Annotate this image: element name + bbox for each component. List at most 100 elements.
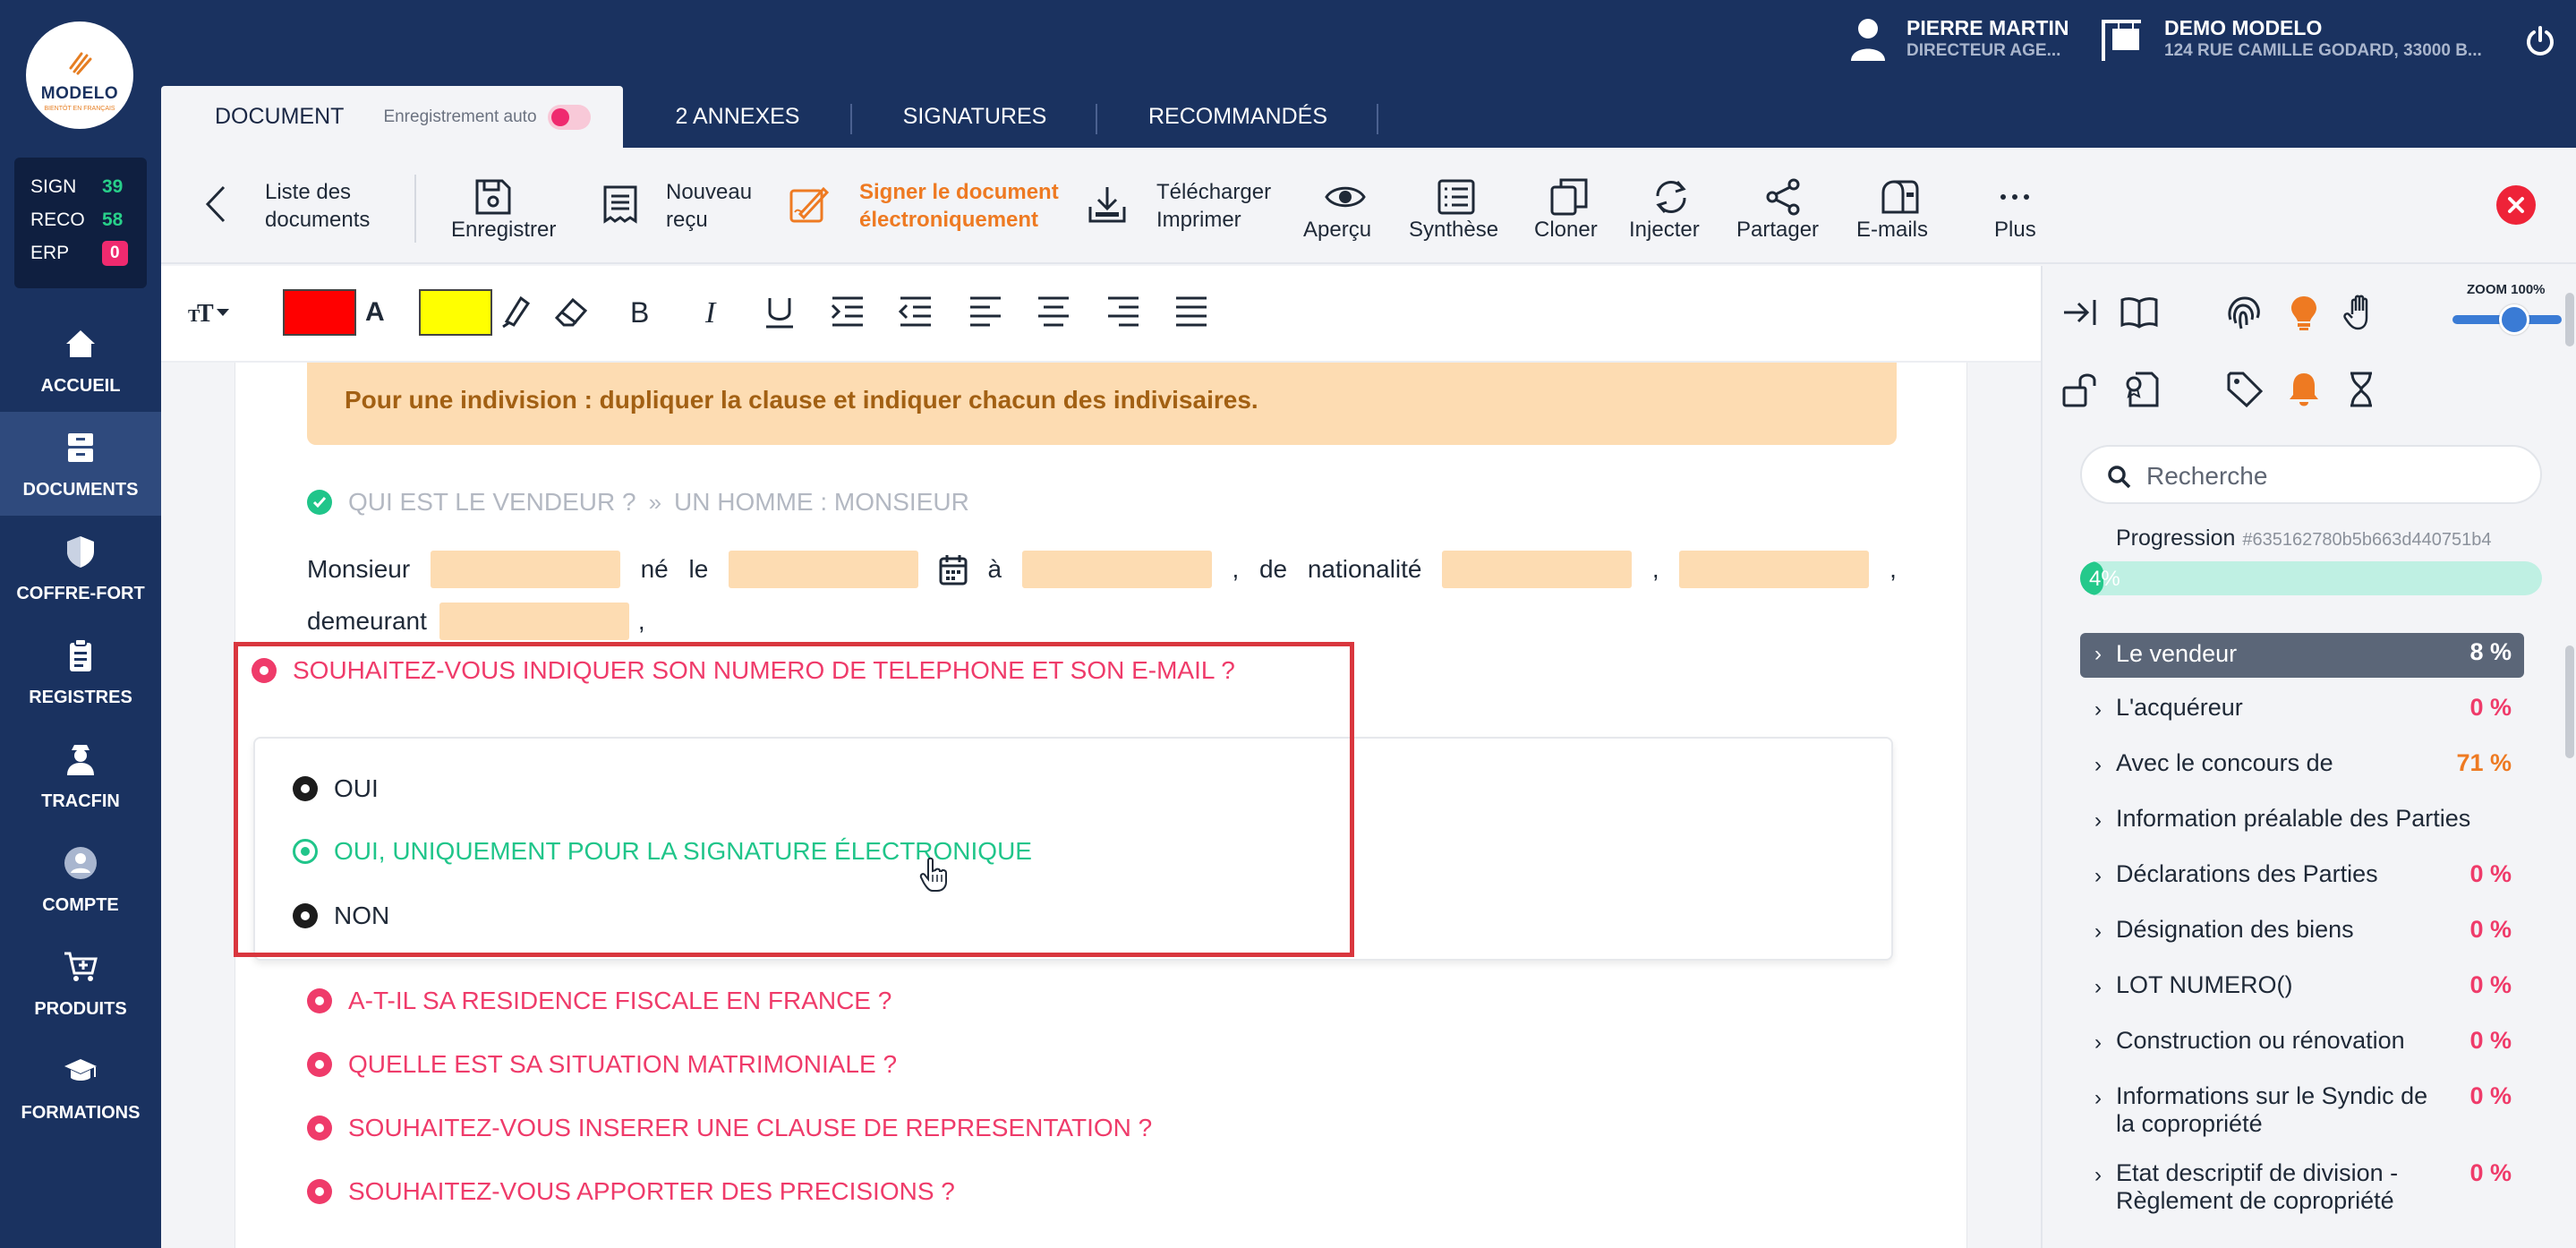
- nav-accueil[interactable]: ACCUEIL: [0, 308, 161, 412]
- new-receipt-button[interactable]: Nouveau reçu: [600, 148, 761, 264]
- pending-question[interactable]: SOUHAITEZ-VOUS INSERER UNE CLAUSE DE REP…: [307, 1114, 1152, 1142]
- pending-question[interactable]: QUELLE EST SA SITUATION MATRIMONIALE ?: [307, 1050, 897, 1079]
- section-item[interactable]: › Information préalable des Parties: [2080, 799, 2524, 844]
- zoom-slider-handle[interactable]: [2499, 304, 2529, 335]
- active-question[interactable]: SOUHAITEZ-VOUS INDIQUER SON NUMERO DE TE…: [252, 656, 1235, 685]
- nav-formations[interactable]: FORMATIONS: [0, 1035, 161, 1139]
- focus-highlight-box: [234, 642, 1354, 957]
- calendar-icon[interactable]: [939, 553, 968, 586]
- user-menu[interactable]: PIERRE MARTIN DIRECTEUR AGE...: [1849, 14, 2068, 63]
- hourglass-icon[interactable]: [2341, 370, 2381, 409]
- nav-label: ACCUEIL: [40, 376, 121, 396]
- pending-question[interactable]: A-T-IL SA RESIDENCE FISCALE EN FRANCE ?: [307, 987, 891, 1015]
- section-item[interactable]: › Avec le concours de 71 %: [2080, 744, 2524, 789]
- answered-question[interactable]: QUI EST LE VENDEUR ? » UN HOMME : MONSIE…: [307, 488, 969, 517]
- clone-button[interactable]: Cloner: [1531, 148, 1611, 264]
- tab-document[interactable]: DOCUMENT Enregistrement auto: [161, 86, 623, 148]
- synthesis-button[interactable]: Synthèse: [1409, 148, 1507, 264]
- unlock-icon[interactable]: [2060, 370, 2100, 409]
- tab-annexes[interactable]: 2 ANNEXES: [623, 86, 852, 148]
- preview-button[interactable]: Aperçu: [1303, 148, 1387, 264]
- document-tabs: DOCUMENT Enregistrement auto 2 ANNEXES S…: [161, 86, 1378, 148]
- nav-documents[interactable]: DOCUMENTS: [0, 412, 161, 516]
- justify-icon[interactable]: [1173, 291, 1212, 332]
- hand-stop-icon[interactable]: [2341, 293, 2381, 332]
- nav-compte[interactable]: COMPTE: [0, 827, 161, 931]
- word: de: [1258, 555, 1288, 583]
- highlight-color-swatch[interactable]: [419, 289, 492, 336]
- counter-erp[interactable]: ERP 0: [30, 236, 147, 269]
- inject-button[interactable]: Injecter: [1629, 148, 1719, 264]
- counter-sign[interactable]: SIGN 39: [30, 170, 147, 203]
- text-color-swatch[interactable]: [283, 289, 356, 336]
- nav-label: COFFRE-FORT: [16, 584, 145, 603]
- search-box[interactable]: [2080, 445, 2542, 504]
- birth-date-field[interactable]: [729, 551, 918, 588]
- tab-signatures[interactable]: SIGNATURES: [852, 86, 1097, 148]
- panel-scrollbar-top[interactable]: [2565, 293, 2574, 346]
- power-icon[interactable]: [2524, 25, 2556, 57]
- sign-document-icon: [789, 186, 829, 223]
- section-item[interactable]: › Le vendeur 8 %: [2080, 633, 2524, 678]
- search-input[interactable]: [2146, 459, 2522, 493]
- nav-tracfin[interactable]: TRACFIN: [0, 723, 161, 827]
- brand-logo[interactable]: MODELO BIENTÔT EN FRANÇAIS: [26, 21, 133, 129]
- section-item[interactable]: › Désignation des biens 0 %: [2080, 910, 2524, 955]
- align-left-icon[interactable]: [967, 291, 1006, 332]
- option-oui[interactable]: OUI: [293, 774, 379, 803]
- download-print-button[interactable]: Télécharger Imprimer: [1087, 148, 1271, 264]
- section-percent: 0 %: [2469, 916, 2512, 943]
- font-size-dropdown[interactable]: TT: [188, 291, 238, 332]
- birth-place-field[interactable]: [1021, 551, 1212, 588]
- fingerprint-icon[interactable]: [2223, 293, 2263, 332]
- documents-icon: [68, 433, 93, 462]
- pending-question[interactable]: SOUHAITEZ-VOUS APPORTER DES PRECISIONS ?: [307, 1177, 955, 1206]
- save-button[interactable]: Enregistrer: [451, 148, 559, 264]
- underline-icon[interactable]: [761, 291, 800, 332]
- collapse-panel-icon[interactable]: [2060, 293, 2100, 332]
- nationality-field-2[interactable]: [1679, 551, 1870, 588]
- nav-registres[interactable]: REGISTRES: [0, 620, 161, 723]
- address-field[interactable]: [439, 603, 629, 640]
- close-document-button[interactable]: [2496, 185, 2536, 225]
- lightbulb-icon[interactable]: [2284, 293, 2324, 332]
- tab-recommandes[interactable]: RECOMMANDÉS: [1097, 86, 1378, 148]
- align-center-icon[interactable]: [1035, 291, 1074, 332]
- book-icon[interactable]: [2120, 293, 2159, 332]
- section-item[interactable]: › Etat descriptif de division - Règlement…: [2080, 1154, 2524, 1220]
- user-icon: [64, 847, 97, 879]
- section-item[interactable]: › Informations sur le Syndic de la coprop…: [2080, 1077, 2524, 1143]
- outdent-icon[interactable]: [897, 291, 936, 332]
- highlighter-icon[interactable]: [498, 291, 533, 332]
- first-name-field[interactable]: [430, 551, 620, 588]
- section-item[interactable]: › Construction ou rénovation 0 %: [2080, 1021, 2524, 1066]
- tag-icon[interactable]: [2225, 370, 2265, 409]
- nationality-field[interactable]: [1442, 551, 1633, 588]
- option-non[interactable]: NON: [293, 902, 389, 930]
- emails-button[interactable]: E-mails: [1856, 148, 1946, 264]
- nav-coffre-fort[interactable]: COFFRE-FORT: [0, 516, 161, 620]
- share-button[interactable]: Partager: [1736, 148, 1835, 264]
- indent-icon[interactable]: [829, 291, 868, 332]
- autosave-toggle[interactable]: [547, 104, 591, 130]
- bell-icon[interactable]: [2284, 370, 2324, 409]
- counter-reco[interactable]: RECO 58: [30, 203, 147, 236]
- eraser-icon[interactable]: [551, 291, 593, 332]
- section-item[interactable]: › Déclarations des Parties 0 %: [2080, 855, 2524, 900]
- document-toolbar: Liste des documents Enregistrer Nouveau …: [161, 148, 2576, 264]
- italic-icon[interactable]: I: [695, 291, 730, 332]
- section-list-scrollbar[interactable]: [2565, 645, 2574, 758]
- align-right-icon[interactable]: [1105, 291, 1144, 332]
- copy-icon: [1550, 178, 1588, 216]
- bold-icon[interactable]: B: [623, 291, 659, 332]
- back-to-list-button[interactable]: Liste des documents: [197, 148, 403, 264]
- nav-produits[interactable]: PRODUITS: [0, 931, 161, 1035]
- more-button[interactable]: Plus: [1978, 148, 2050, 264]
- text-color-icon[interactable]: A: [363, 291, 390, 332]
- sign-electronically-button[interactable]: Signer le document électroniquement: [788, 148, 1059, 264]
- section-item[interactable]: › LOT NUMERO() 0 %: [2080, 966, 2524, 1011]
- document-seal-icon[interactable]: [2123, 370, 2162, 409]
- section-item[interactable]: › L'acquéreur 0 %: [2080, 688, 2524, 733]
- more-dots-icon: [2000, 194, 2029, 200]
- agency-menu[interactable]: DEMO MODELO 124 RUE CAMILLE GODARD, 3300…: [2100, 14, 2482, 63]
